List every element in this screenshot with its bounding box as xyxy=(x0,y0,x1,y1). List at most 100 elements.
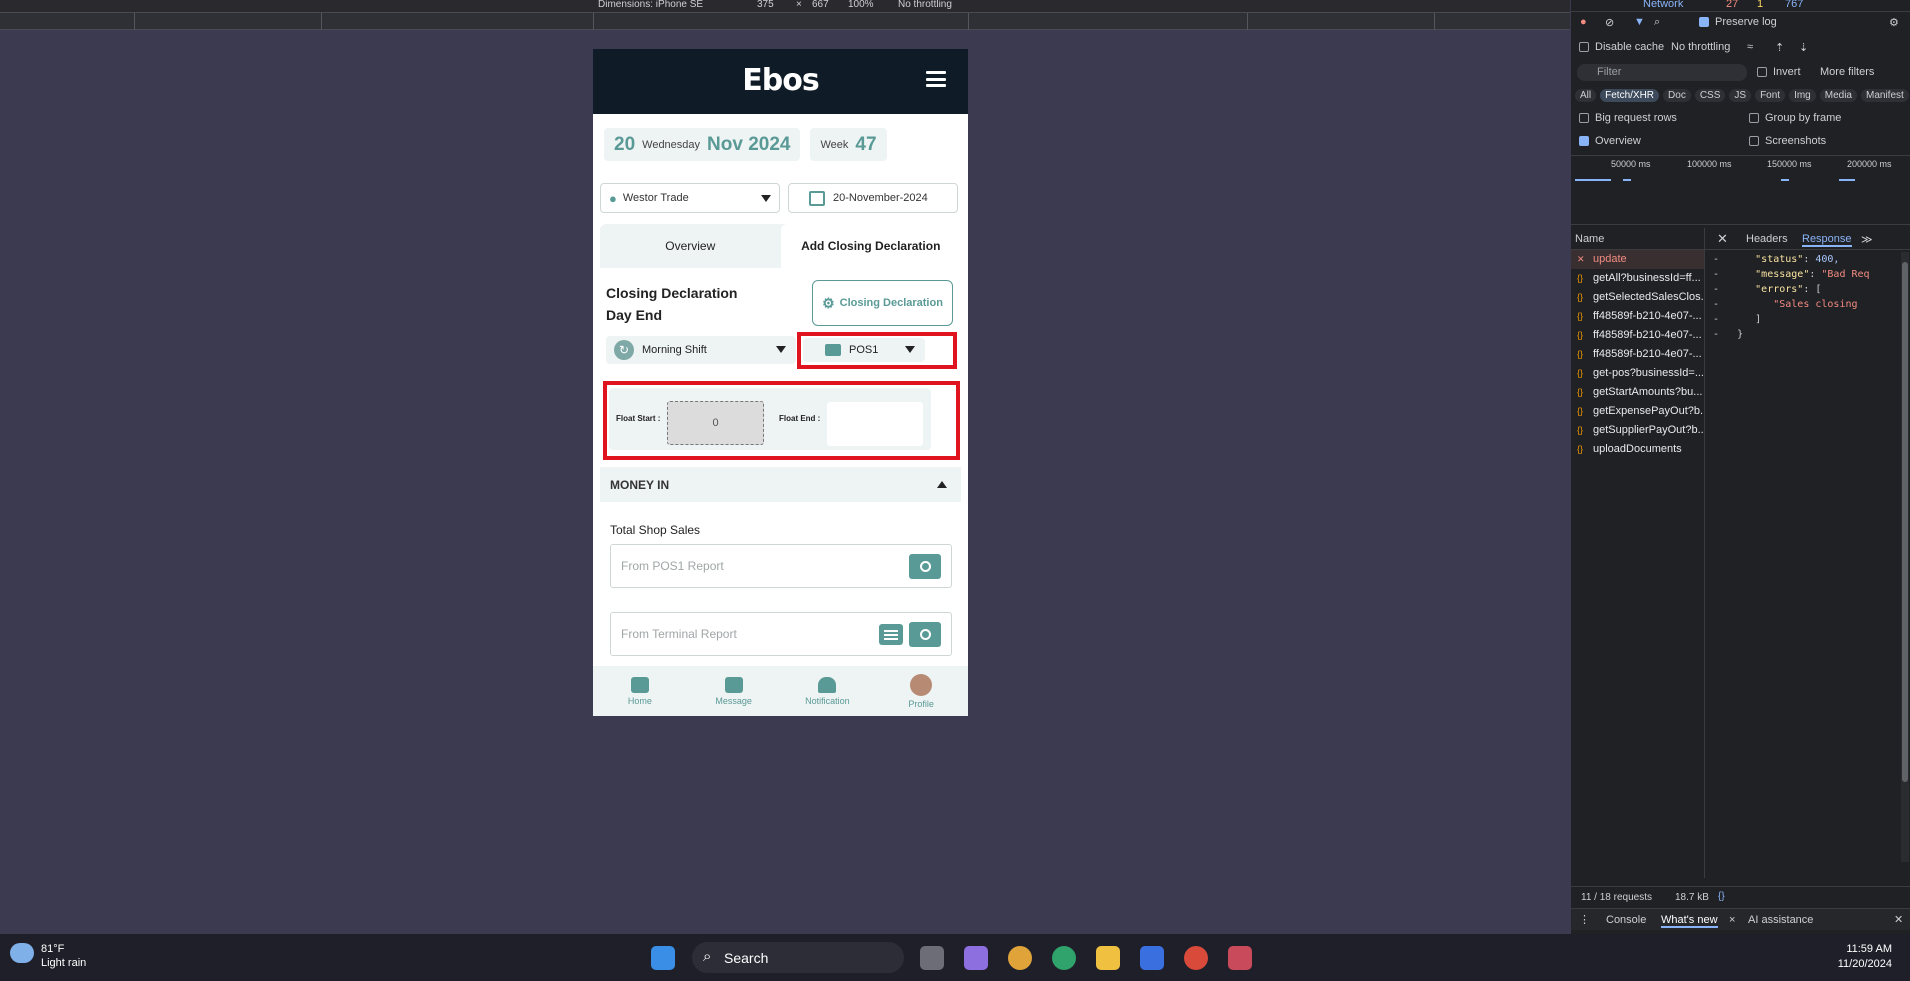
dimensions-select[interactable]: Dimensions: iPhone SE xyxy=(598,0,703,10)
type-filter-fetch[interactable]: Fetch/XHR xyxy=(1600,89,1660,102)
type-filter-img[interactable]: Img xyxy=(1789,89,1816,102)
drawer-tab-whats-new[interactable]: What's new xyxy=(1661,914,1718,928)
warning-count[interactable]: 1 xyxy=(1757,0,1763,10)
info-count[interactable]: 767 xyxy=(1785,0,1803,10)
record-icon[interactable]: ● xyxy=(1580,16,1587,28)
windows-start-icon[interactable] xyxy=(651,946,675,970)
date-picker[interactable]: 20-November-2024 xyxy=(788,183,958,213)
money-in-header[interactable]: MONEY IN xyxy=(600,467,961,502)
pane-divider[interactable] xyxy=(1704,228,1705,878)
app-icon[interactable] xyxy=(1140,946,1164,970)
closing-declaration-button[interactable]: ⚙ Closing Declaration xyxy=(812,280,953,326)
tab-overview[interactable]: Overview xyxy=(600,224,781,268)
pos-report-input[interactable]: From POS1 Report xyxy=(610,544,952,588)
overview-checkbox[interactable]: Overview xyxy=(1579,135,1641,147)
network-throttle-select[interactable]: No throttling xyxy=(1671,41,1730,53)
device-height[interactable]: 667 xyxy=(812,0,829,10)
weather-desc[interactable]: Light rain xyxy=(41,957,86,969)
location-select[interactable]: ● Westor Trade xyxy=(600,183,780,213)
copilot-icon[interactable] xyxy=(964,946,988,970)
nav-message[interactable]: Message xyxy=(687,666,781,716)
tab-network[interactable]: Network xyxy=(1643,0,1683,10)
drawer-tab-console[interactable]: Console xyxy=(1606,914,1646,926)
pretty-print-icon[interactable]: {} xyxy=(1718,891,1725,902)
weather-temp[interactable]: 81°F xyxy=(41,943,64,955)
home-icon xyxy=(630,676,649,693)
chrome-profile-icon[interactable] xyxy=(1184,946,1208,970)
nav-home[interactable]: Home xyxy=(593,666,687,716)
snipping-tool-icon[interactable] xyxy=(1228,946,1252,970)
terminal-report-input[interactable]: From Terminal Report xyxy=(610,612,952,656)
throttle-select[interactable]: No throttling xyxy=(898,0,952,10)
request-item[interactable]: getSupplierPayOut?b... xyxy=(1571,421,1704,440)
app-logo[interactable]: Ebos xyxy=(593,63,968,98)
error-count[interactable]: 27 xyxy=(1726,0,1738,10)
timeline-overview[interactable]: 50000 ms 100000 ms 150000 ms 200000 ms xyxy=(1571,155,1910,225)
request-item[interactable]: get-pos?businessId=... xyxy=(1571,364,1704,383)
file-explorer-icon[interactable] xyxy=(1096,946,1120,970)
camera-icon[interactable] xyxy=(909,622,941,647)
type-filter-doc[interactable]: Doc xyxy=(1663,89,1691,102)
nav-profile-label: Profile xyxy=(908,698,934,709)
type-filter-font[interactable]: Font xyxy=(1755,89,1786,102)
type-filter-all[interactable]: All xyxy=(1575,89,1597,102)
type-filter-css[interactable]: CSS xyxy=(1694,89,1726,102)
request-item[interactable]: ff48589f-b210-4e07-... xyxy=(1571,307,1704,326)
request-item[interactable]: getAll?businessId=ff... xyxy=(1571,269,1704,288)
scrollbar[interactable] xyxy=(1901,252,1909,862)
weather-icon[interactable] xyxy=(10,943,34,963)
gear-icon[interactable]: ⚙ xyxy=(1889,16,1899,29)
clock[interactable]: 11:59 AM 11/20/2024 xyxy=(1838,943,1892,970)
kebab-icon[interactable]: ⋮ xyxy=(1579,913,1590,926)
filter-icon[interactable]: ▼ xyxy=(1634,16,1645,28)
tab-headers[interactable]: Headers xyxy=(1746,233,1788,245)
response-body[interactable]: - "status": 400, - "message": "Bad Req - "… xyxy=(1713,252,1870,342)
invert-checkbox[interactable]: Invert xyxy=(1757,66,1801,78)
type-filter-media[interactable]: Media xyxy=(1819,89,1857,102)
more-filters-button[interactable]: More filters xyxy=(1820,66,1874,78)
close-icon[interactable]: × xyxy=(1729,914,1735,926)
request-item[interactable]: ff48589f-b210-4e07-... xyxy=(1571,345,1704,364)
name-column-header[interactable]: Name xyxy=(1575,233,1604,245)
request-item[interactable]: ff48589f-b210-4e07-... xyxy=(1571,326,1704,345)
request-item[interactable]: getSelectedSalesClos... xyxy=(1571,288,1704,307)
nav-notification[interactable]: Notification xyxy=(781,666,875,716)
device-width[interactable]: 375 xyxy=(757,0,774,10)
edge-icon[interactable] xyxy=(1052,946,1076,970)
hamburger-menu-icon[interactable] xyxy=(926,71,946,87)
request-item[interactable]: uploadDocuments xyxy=(1571,440,1704,459)
taskbar-search[interactable]: ⌕ Search xyxy=(692,942,904,973)
zoom-select[interactable]: 100% xyxy=(848,0,874,10)
group-by-frame-label: Group by frame xyxy=(1765,112,1842,124)
group-by-frame-checkbox[interactable]: Group by frame xyxy=(1749,112,1841,124)
clear-icon[interactable]: ⊘ xyxy=(1605,16,1614,29)
scrollbar-thumb[interactable] xyxy=(1902,262,1908,782)
request-item[interactable]: update xyxy=(1571,250,1704,269)
big-rows-checkbox[interactable]: Big request rows xyxy=(1579,112,1677,124)
camera-icon[interactable] xyxy=(909,554,941,579)
message-icon[interactable] xyxy=(879,624,903,645)
wifi-icon[interactable]: ≈ xyxy=(1747,41,1753,53)
preserve-log-checkbox[interactable]: Preserve log xyxy=(1699,16,1777,28)
drawer-tab-ai-assistance[interactable]: AI assistance xyxy=(1748,914,1813,926)
close-drawer-icon[interactable]: ✕ xyxy=(1894,913,1903,926)
request-item[interactable]: getExpensePayOut?b... xyxy=(1571,402,1704,421)
timeline-tick: 50000 ms xyxy=(1611,159,1651,169)
filter-input[interactable]: Filter xyxy=(1577,64,1747,81)
request-item[interactable]: getStartAmounts?bu... xyxy=(1571,383,1704,402)
type-filter-js[interactable]: JS xyxy=(1729,89,1752,102)
type-filter-manifest[interactable]: Manifest xyxy=(1861,89,1909,102)
more-tabs-icon[interactable]: ≫ xyxy=(1861,233,1873,246)
chrome-icon[interactable] xyxy=(1008,946,1032,970)
download-icon[interactable]: ⇣ xyxy=(1799,41,1808,54)
search-icon[interactable]: ⌕ xyxy=(1654,16,1660,29)
screenshots-checkbox[interactable]: Screenshots xyxy=(1749,135,1826,147)
upload-icon[interactable]: ⇡ xyxy=(1775,41,1784,54)
task-view-icon[interactable] xyxy=(920,946,944,970)
disable-cache-checkbox[interactable]: Disable cache xyxy=(1579,41,1664,53)
nav-profile[interactable]: Profile xyxy=(874,666,968,716)
shift-select[interactable]: ↻ Morning Shift xyxy=(606,336,796,364)
close-icon[interactable]: ✕ xyxy=(1717,231,1728,247)
tab-add-closing-declaration[interactable]: Add Closing Declaration xyxy=(780,224,961,268)
tab-response[interactable]: Response xyxy=(1802,233,1852,247)
